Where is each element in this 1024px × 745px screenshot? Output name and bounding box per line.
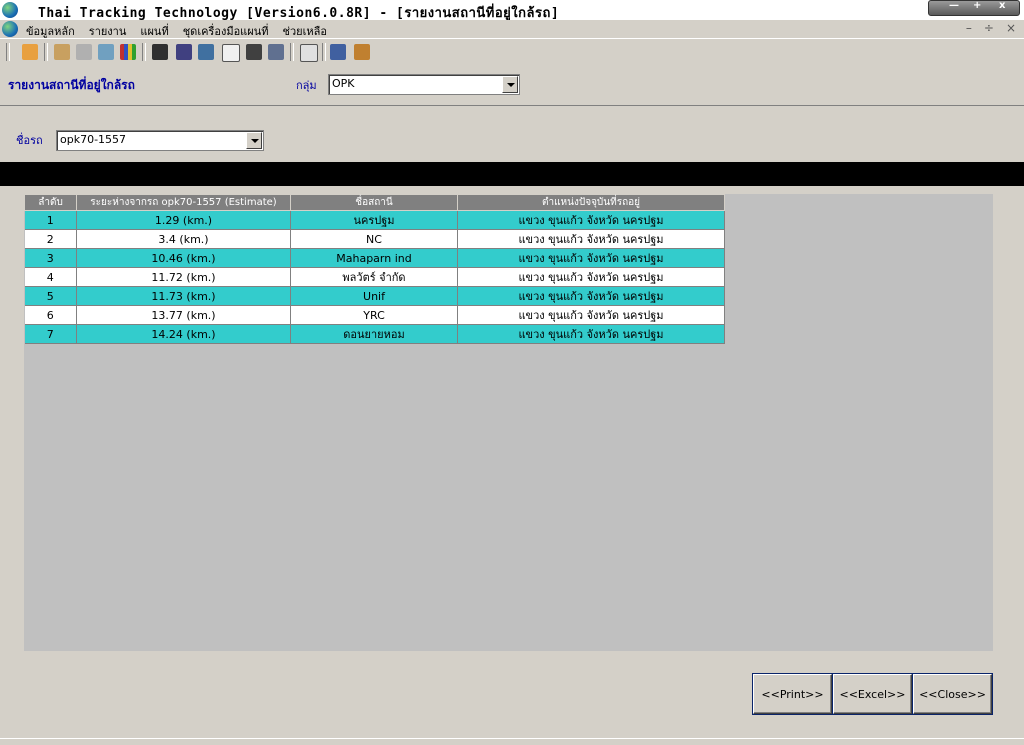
cell-position: แขวง ขุนแก้ว จังหวัด นครปฐม xyxy=(457,324,725,344)
mdi-close-icon[interactable]: × xyxy=(1006,21,1016,35)
cell-position: แขวง ขุนแก้ว จังหวัด นครปฐม xyxy=(457,267,725,287)
title-bar: Thai Tracking Technology [Version6.0.8R]… xyxy=(0,0,1024,21)
chevron-down-icon[interactable] xyxy=(502,76,518,93)
cell-station: นครปฐม xyxy=(290,210,458,230)
toolbar-separator xyxy=(290,43,294,61)
group-select-value: OPK xyxy=(332,77,355,90)
cell-station: Unif xyxy=(290,286,458,306)
cell-order: 3 xyxy=(24,248,77,268)
chart-icon[interactable] xyxy=(198,44,214,60)
report-icon[interactable] xyxy=(152,44,168,60)
close-icon[interactable]: x xyxy=(999,0,1005,11)
excel-button[interactable]: <<Excel>> xyxy=(832,673,913,715)
cell-order: 5 xyxy=(24,286,77,306)
col-header-station[interactable]: ชื่อสถานี xyxy=(290,194,458,211)
table-row[interactable]: 2 3.4 (km.) NC แขวง ขุนแก้ว จังหวัด นครป… xyxy=(24,229,725,249)
table-header-row: ลำดับ ระยะห่างจากรถ opk70-1557 (Estimate… xyxy=(24,194,725,211)
menu-bar: ข้อมูลหลัก รายงาน แผนที่ ชุดเครื่องมือแผ… xyxy=(0,20,1024,38)
find-icon[interactable] xyxy=(268,44,284,60)
car-select[interactable]: opk70-1557 xyxy=(56,130,264,151)
cell-position: แขวง ขุนแก้ว จังหวัด นครปฐม xyxy=(457,210,725,230)
app-globe-icon xyxy=(2,2,18,18)
toolbar-separator xyxy=(142,43,146,61)
cell-order: 7 xyxy=(24,324,77,344)
col-header-distance[interactable]: ระยะห่างจากรถ opk70-1557 (Estimate) xyxy=(76,194,291,211)
bar-chart-icon[interactable] xyxy=(120,44,136,60)
cell-station: NC xyxy=(290,229,458,249)
window-controls: — + x xyxy=(928,0,1020,16)
toolbar-separator xyxy=(44,43,48,61)
print-button[interactable]: <<Print>> xyxy=(752,673,833,715)
cell-distance: 11.72 (km.) xyxy=(76,267,291,287)
toolbar xyxy=(0,38,1024,68)
cell-station: พลวัตร์ จำกัด xyxy=(290,267,458,287)
cell-position: แขวง ขุนแก้ว จังหวัด นครปฐม xyxy=(457,286,725,306)
table-icon[interactable] xyxy=(176,44,192,60)
station-table: ลำดับ ระยะห่างจากรถ opk70-1557 (Estimate… xyxy=(24,194,725,344)
report-header: รายงานสถานีที่อยู่ใกล้รถ กลุ่ม OPK xyxy=(0,67,1024,106)
cell-station: ดอนยายหอม xyxy=(290,324,458,344)
table-row[interactable]: 6 13.77 (km.) YRC แขวง ขุนแก้ว จังหวัด น… xyxy=(24,305,725,325)
cell-position: แขวง ขุนแก้ว จังหวัด นครปฐม xyxy=(457,305,725,325)
cell-station: Mahaparn ind xyxy=(290,248,458,268)
export-icon[interactable] xyxy=(330,44,346,60)
cell-order: 2 xyxy=(24,229,77,249)
col-header-order[interactable]: ลำดับ xyxy=(24,194,77,211)
cell-distance: 11.73 (km.) xyxy=(76,286,291,306)
car-select-value: opk70-1557 xyxy=(60,133,127,146)
col-header-position[interactable]: ตำแหน่งปัจจุบันที่รถอยู่ xyxy=(457,194,725,211)
table-row[interactable]: 3 10.46 (km.) Mahaparn ind แขวง ขุนแก้ว … xyxy=(24,248,725,268)
toolbar-separator xyxy=(322,43,326,61)
cell-position: แขวง ขุนแก้ว จังหวัด นครปฐม xyxy=(457,229,725,249)
map-icon[interactable] xyxy=(246,44,262,60)
black-band xyxy=(0,162,1024,186)
page-title: รายงานสถานีที่อยู่ใกล้รถ xyxy=(8,78,135,92)
cell-position: แขวง ขุนแก้ว จังหวัด นครปฐม xyxy=(457,248,725,268)
group-select[interactable]: OPK xyxy=(328,74,520,95)
menu-globe-icon[interactable] xyxy=(2,21,18,37)
tools-icon[interactable] xyxy=(98,44,114,60)
form-icon[interactable] xyxy=(222,44,240,62)
cell-distance: 13.77 (km.) xyxy=(76,305,291,325)
cell-distance: 1.29 (km.) xyxy=(76,210,291,230)
cell-distance: 10.46 (km.) xyxy=(76,248,291,268)
table-row[interactable]: 1 1.29 (km.) นครปฐม แขวง ขุนแก้ว จังหวัด… xyxy=(24,210,725,230)
cell-order: 6 xyxy=(24,305,77,325)
close-button[interactable]: <<Close>> xyxy=(912,673,993,715)
minimize-icon[interactable]: — xyxy=(949,0,959,11)
group-label: กลุ่ม xyxy=(296,79,317,92)
maximize-icon[interactable]: + xyxy=(973,0,981,11)
exit-icon[interactable] xyxy=(354,44,370,60)
hand-icon[interactable] xyxy=(22,44,38,60)
users-icon[interactable] xyxy=(54,44,70,60)
mdi-restore-icon[interactable]: ÷ xyxy=(984,21,994,35)
table-row[interactable]: 5 11.73 (km.) Unif แขวง ขุนแก้ว จังหวัด … xyxy=(24,286,725,306)
route-icon[interactable] xyxy=(76,44,92,60)
cell-order: 1 xyxy=(24,210,77,230)
car-label: ชื่อรถ xyxy=(16,134,43,147)
cell-order: 4 xyxy=(24,267,77,287)
table-row[interactable]: 4 11.72 (km.) พลวัตร์ จำกัด แขวง ขุนแก้ว… xyxy=(24,267,725,287)
cell-distance: 3.4 (km.) xyxy=(76,229,291,249)
cell-distance: 14.24 (km.) xyxy=(76,324,291,344)
table-row[interactable]: 7 14.24 (km.) ดอนยายหอม แขวง ขุนแก้ว จัง… xyxy=(24,324,725,344)
zoom-icon[interactable] xyxy=(300,44,318,62)
toolbar-separator xyxy=(6,43,10,61)
cell-station: YRC xyxy=(290,305,458,325)
mdi-minimize-icon[interactable]: – xyxy=(966,21,972,35)
chevron-down-icon[interactable] xyxy=(246,132,262,149)
